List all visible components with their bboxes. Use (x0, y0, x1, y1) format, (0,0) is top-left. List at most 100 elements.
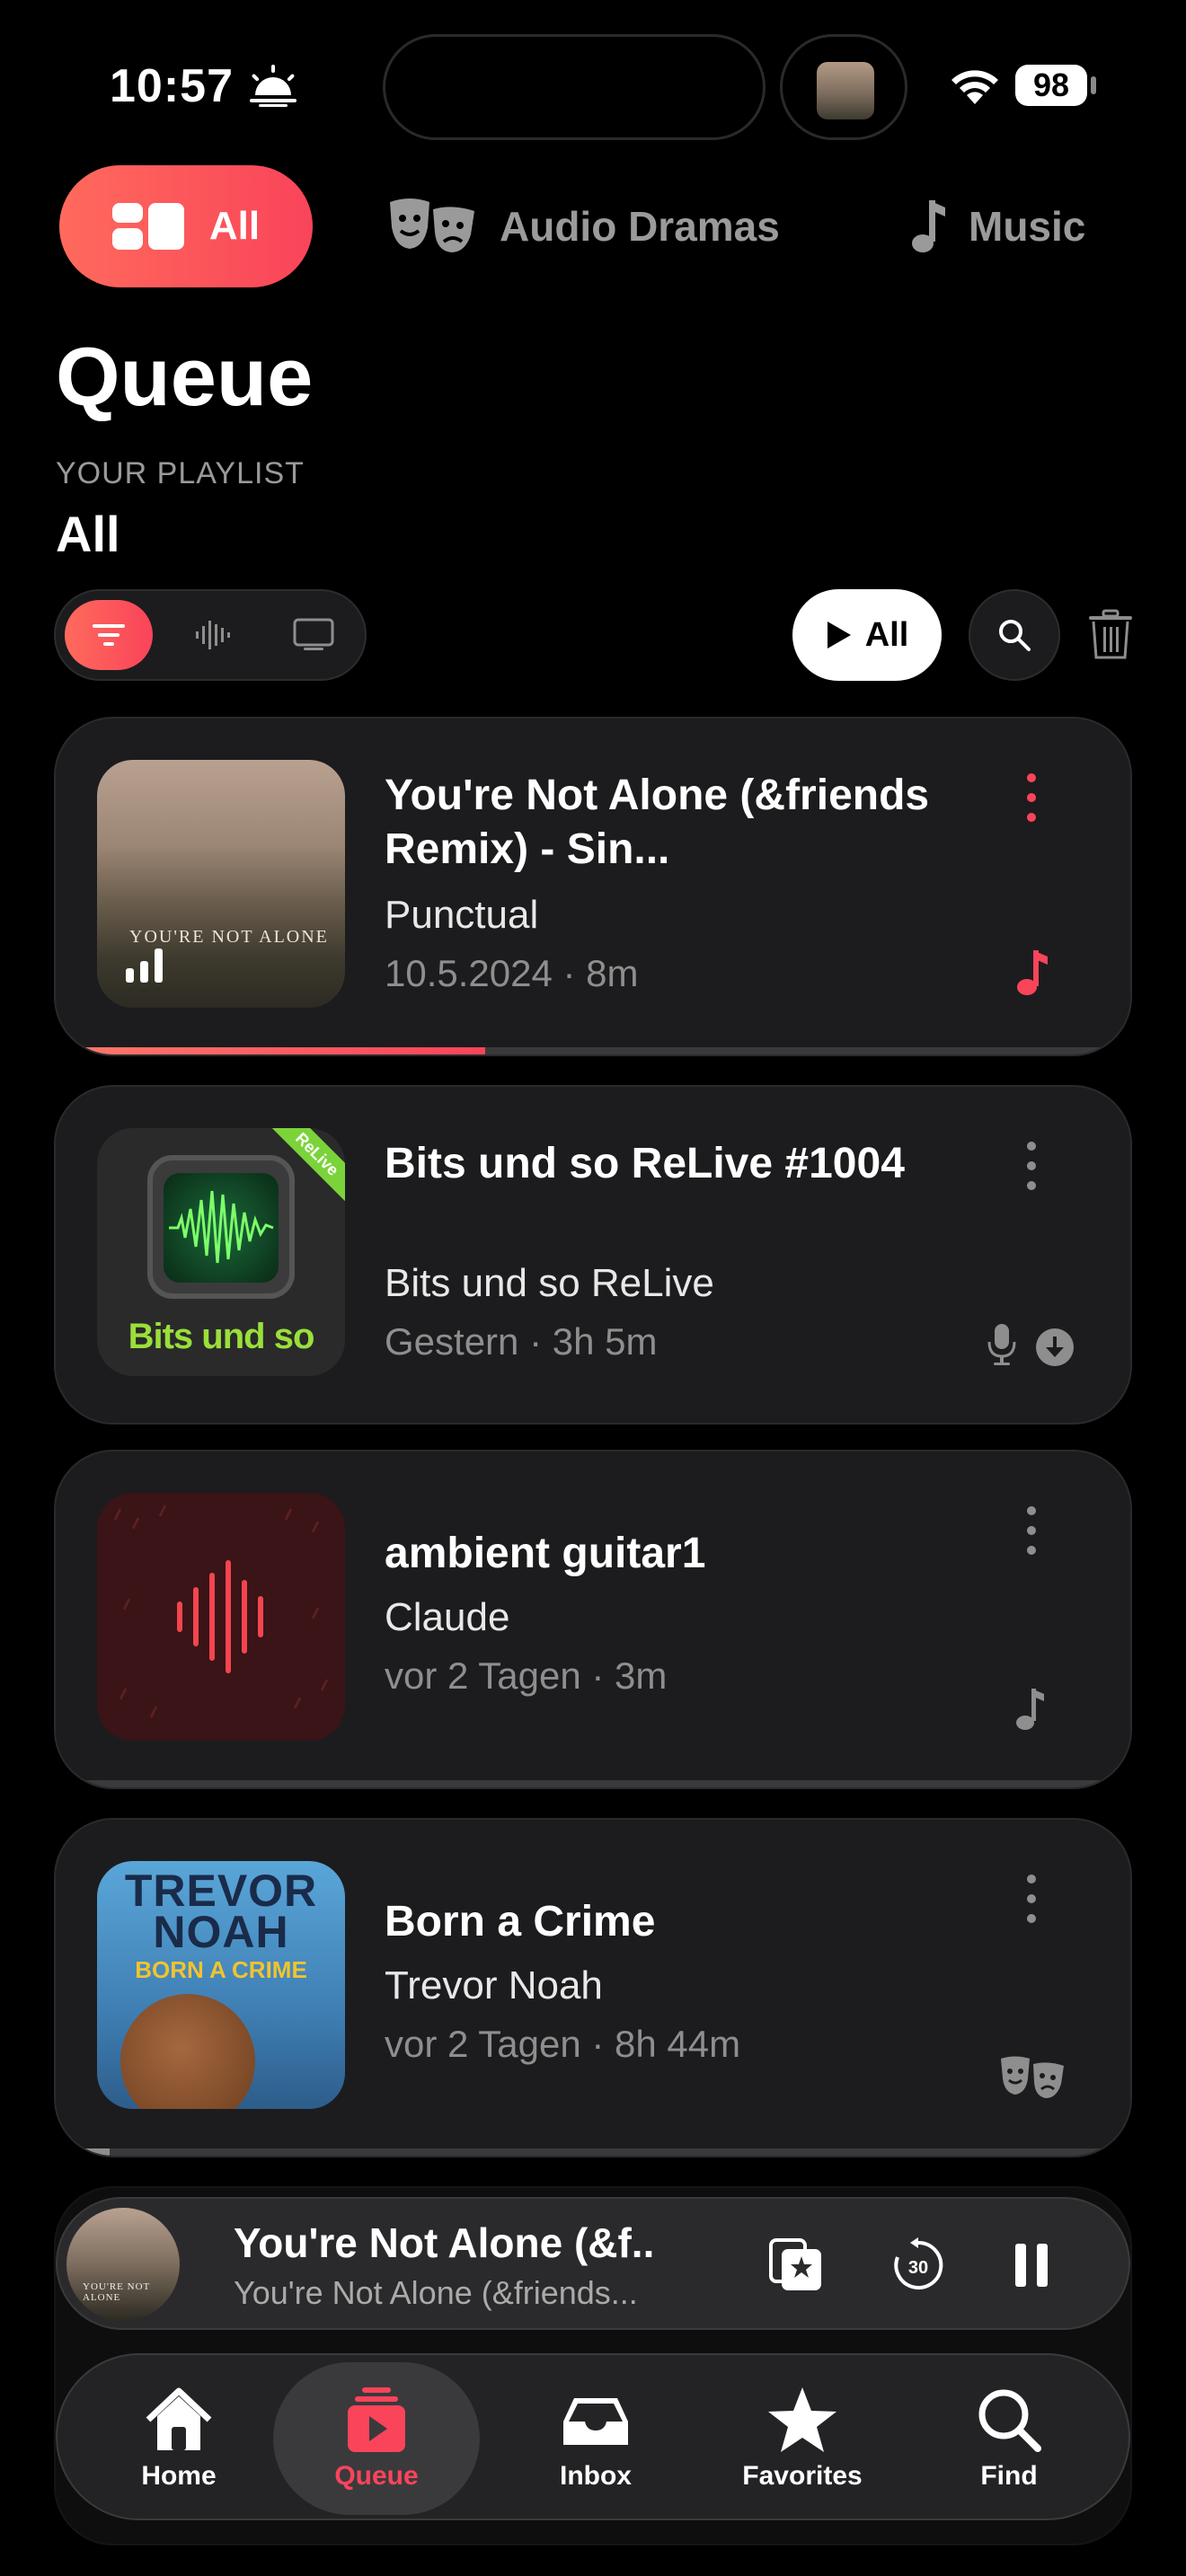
episode-author: Bits und so ReLive (385, 1261, 714, 1305)
progress-fill (56, 2148, 110, 2156)
playlist-name[interactable]: All (56, 505, 120, 563)
filter-group (54, 589, 367, 681)
category-audio-dramas-label: Audio Dramas (500, 203, 780, 250)
waveform-artwork (169, 1190, 274, 1264)
music-note-icon (1017, 950, 1048, 995)
queue-item[interactable]: YOU'RE NOT ALONE You're Not Alone (&frie… (54, 717, 1132, 1056)
page-title: Queue (56, 331, 314, 423)
more-options-icon[interactable] (1022, 1502, 1040, 1559)
artwork-text: Bits und so (128, 1317, 315, 1356)
mini-artwork-text: YOU'RE NOT ALONE (83, 2281, 151, 2303)
microphone-icon (987, 1324, 1016, 1365)
pause-button[interactable] (997, 2231, 1066, 2299)
now-playing-bars-icon (126, 948, 163, 983)
tv-icon (293, 618, 334, 650)
theater-masks-icon (1001, 2056, 1064, 2098)
star-card-icon (769, 2238, 821, 2290)
playlist-caption: YOUR PLAYLIST (56, 456, 305, 490)
episode-author: Punctual (385, 893, 539, 937)
now-playing-artwork (817, 62, 874, 119)
category-music[interactable]: Music (907, 165, 1085, 287)
category-all-label: All (208, 204, 261, 248)
sort-lines-icon (93, 624, 125, 646)
audio-filter-button[interactable] (169, 600, 257, 670)
queue-search-button[interactable] (969, 589, 1060, 681)
star-icon (768, 2387, 836, 2452)
progress-track (56, 1047, 1130, 1054)
play-icon (827, 622, 851, 648)
episode-meta: Gestern · 3h 5m (385, 1320, 658, 1363)
sunrise-icon (250, 65, 296, 107)
retro-tv-artwork (147, 1155, 295, 1299)
more-options-icon[interactable] (1022, 1870, 1040, 1928)
tab-find[interactable]: Find (906, 2362, 1112, 2515)
house-icon (146, 2387, 212, 2450)
episode-title: Born a Crime (385, 1898, 656, 1945)
music-note-icon (1016, 1689, 1044, 1730)
tab-queue-label: Queue (334, 2461, 419, 2491)
progress-track (56, 2148, 1130, 2156)
artwork-text: TREVOR NOAH (124, 1866, 318, 1957)
wifi-icon (951, 70, 998, 104)
more-options-icon[interactable] (1022, 1137, 1040, 1195)
tab-queue[interactable]: Queue (273, 2362, 480, 2515)
episode-title: ambient guitar1 (385, 1530, 706, 1577)
search-icon (999, 620, 1031, 651)
mini-player-subtitle: You're Not Alone (&friends... (234, 2274, 638, 2311)
tab-favorites[interactable]: Favorites (699, 2362, 906, 2515)
video-filter-button[interactable] (270, 600, 358, 670)
dynamic-island (383, 34, 766, 140)
skip-seconds: 30 (908, 2258, 928, 2278)
tab-find-label: Find (980, 2461, 1038, 2491)
skip-back-icon: 30 (894, 2237, 943, 2289)
category-audio-dramas[interactable]: Audio Dramas (386, 165, 780, 287)
grid-icon (111, 203, 184, 250)
more-options-icon[interactable] (1022, 769, 1040, 826)
tab-home[interactable]: Home (75, 2362, 282, 2515)
tab-favorites-label: Favorites (742, 2461, 863, 2491)
theater-masks-icon (390, 198, 474, 252)
episode-artwork: TREVOR NOAH BORN A CRIME (97, 1861, 345, 2109)
tab-inbox[interactable]: Inbox (492, 2362, 699, 2515)
progress-track (56, 1780, 1130, 1787)
now-playing-bubble[interactable] (780, 34, 907, 140)
episode-meta: vor 2 Tagen · 3m (385, 1654, 668, 1697)
episode-artwork: ReLive Bits und so (97, 1128, 345, 1376)
music-note-icon (912, 200, 945, 252)
status-time: 10:57 (110, 60, 234, 112)
search-icon (978, 2389, 1041, 2452)
queue-item[interactable]: ReLive Bits und so Bits und so ReLive #1… (54, 1085, 1132, 1425)
category-all[interactable]: All (59, 165, 313, 287)
skip-back-button[interactable]: 30 (884, 2231, 952, 2299)
episode-artwork (97, 1493, 345, 1741)
mini-player[interactable]: YOU'RE NOT ALONE You're Not Alone (&f...… (56, 2197, 1130, 2330)
episode-meta: vor 2 Tagen · 8h 44m (385, 2023, 741, 2065)
episode-author: Trevor Noah (385, 1963, 603, 2007)
category-tabs: All Audio Dramas Music (0, 165, 1186, 287)
tab-bar: Home Queue Inbox Favorites Find (56, 2353, 1130, 2520)
tab-home-label: Home (141, 2461, 217, 2491)
artwork-subtext: BORN A CRIME (135, 1956, 307, 1983)
category-music-label: Music (969, 203, 1086, 250)
episode-author: Claude (385, 1595, 510, 1639)
waveform-artwork (113, 1504, 329, 1718)
battery-tip (1091, 76, 1096, 94)
mini-player-artwork: YOU'RE NOT ALONE (66, 2208, 180, 2321)
trash-icon[interactable] (1087, 609, 1134, 661)
chapters-button[interactable] (762, 2231, 830, 2299)
episode-artwork: YOU'RE NOT ALONE (97, 760, 345, 1008)
status-bar: 10:57 98 (0, 0, 1186, 162)
downloaded-icon (1036, 1328, 1074, 1366)
episode-title: Bits und so ReLive #1004 (385, 1140, 905, 1187)
episode-title: You're Not Alone (&friends Remix) - Sin.… (385, 772, 930, 873)
pause-icon (1015, 2244, 1048, 2287)
mini-player-title: You're Not Alone (&f... (234, 2219, 656, 2266)
battery-level: 98 (1015, 65, 1087, 106)
sort-filter-button[interactable] (65, 600, 153, 670)
queue-item[interactable]: TREVOR NOAH BORN A CRIME Born a Crime Tr… (54, 1818, 1132, 2157)
author-portrait (120, 1994, 255, 2109)
play-all-button[interactable]: All (792, 589, 942, 681)
inbox-icon (563, 2398, 628, 2445)
queue-item[interactable]: ambient guitar1 Claude vor 2 Tagen · 3m (54, 1450, 1132, 1789)
play-all-label: All (864, 615, 909, 654)
